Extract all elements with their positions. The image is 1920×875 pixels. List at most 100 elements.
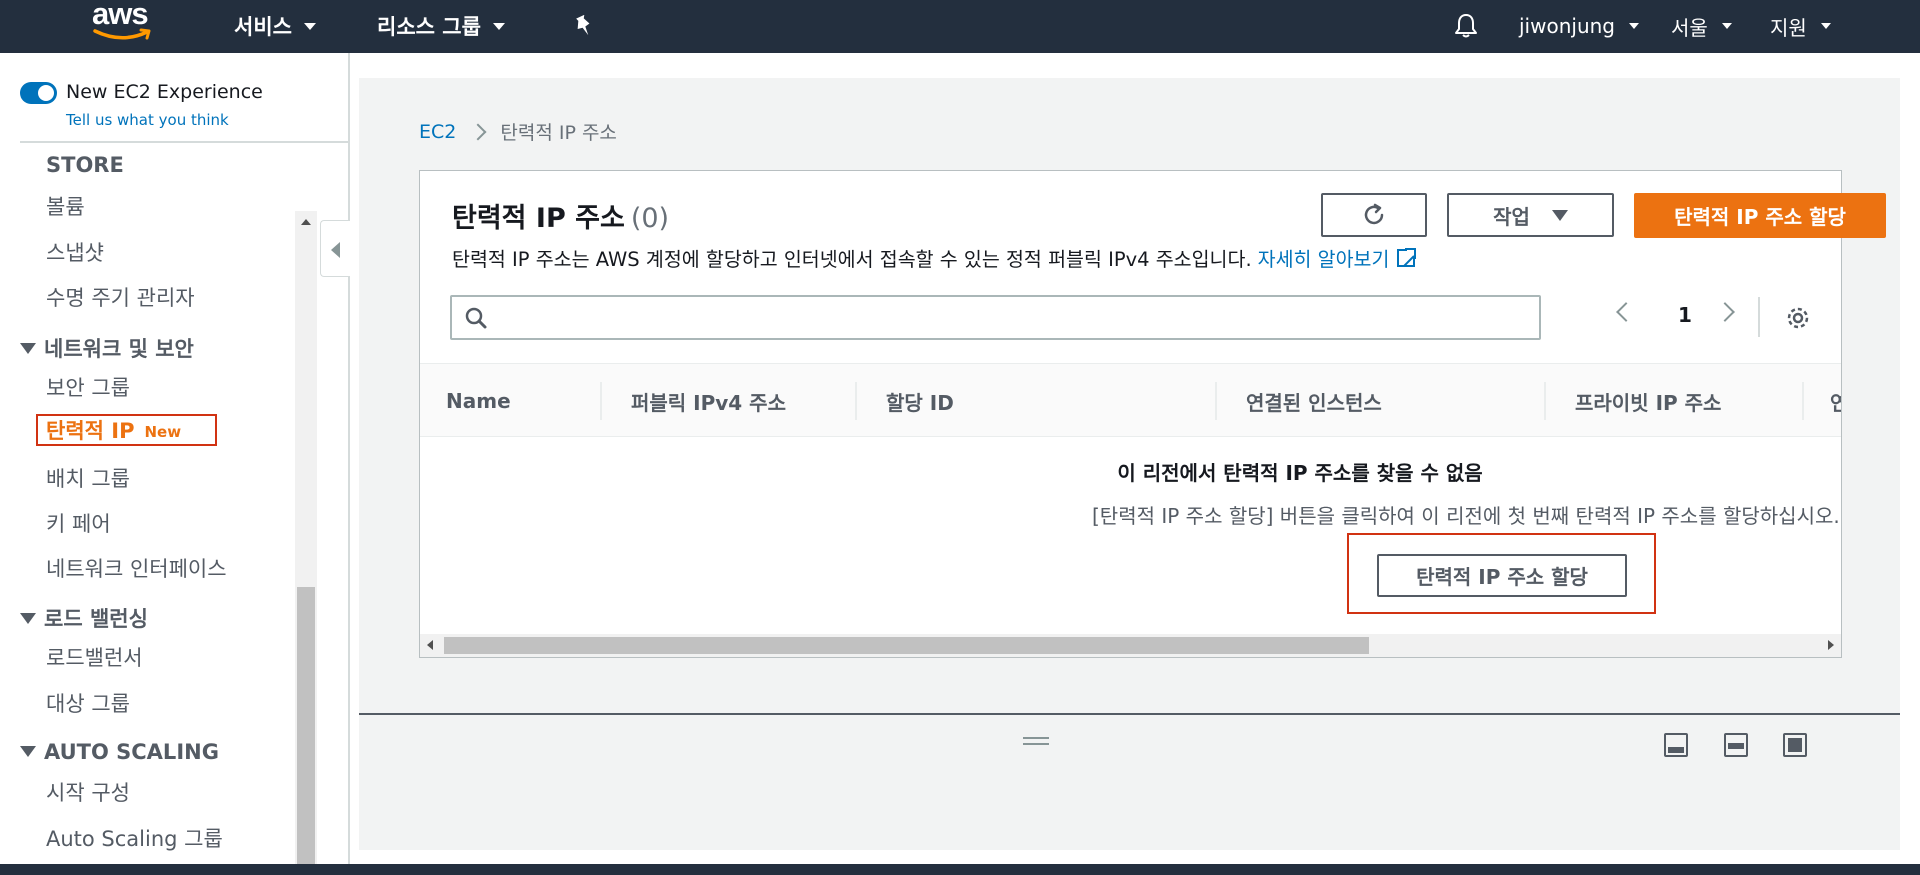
next-page-button[interactable]	[1715, 302, 1735, 322]
breadcrumb: EC2 탄력적 IP 주소	[419, 118, 617, 145]
column-divider[interactable]	[1802, 382, 1804, 420]
sidebar-item-lifecycle-manager[interactable]: 수명 주기 관리자	[46, 282, 195, 312]
column-header-associated-instance[interactable]: 연결된 인스턴스	[1246, 364, 1382, 436]
split-bottom-icon[interactable]	[1664, 733, 1688, 757]
column-divider[interactable]	[855, 382, 857, 420]
table-settings-button[interactable]	[1785, 305, 1811, 335]
sidebar-item-auto-scaling-groups[interactable]: Auto Scaling 그룹	[46, 823, 223, 853]
sidebar-item-snapshots[interactable]: 스냅샷	[46, 237, 104, 267]
divider	[1758, 297, 1760, 337]
sidebar-item-security-groups[interactable]: 보안 그룹	[46, 372, 130, 402]
column-divider[interactable]	[1544, 382, 1546, 420]
section-label: 로드 밸런싱	[44, 607, 148, 631]
new-experience-label: New EC2 Experience	[66, 81, 263, 103]
sidebar-scrollbar[interactable]	[295, 211, 317, 875]
table-horizontal-scrollbar[interactable]	[420, 634, 1841, 657]
scroll-left-arrow-icon[interactable]	[427, 640, 433, 650]
sidebar-item-label: 탄력적 IP	[46, 419, 135, 443]
breadcrumb-ec2-link[interactable]: EC2	[419, 121, 456, 143]
caret-down-icon	[20, 343, 36, 354]
allocate-elastic-ip-empty-button[interactable]: 탄력적 IP 주소 할당	[1377, 554, 1627, 597]
allocate-elastic-ip-button[interactable]: 탄력적 IP 주소 할당	[1634, 193, 1886, 238]
services-label: 서비스	[234, 15, 292, 39]
column-divider[interactable]	[1215, 382, 1217, 420]
empty-state-description: [탄력적 IP 주소 할당] 버튼을 클릭하여 이 리전에 첫 번째 탄력적 I…	[1092, 504, 1840, 528]
gear-icon	[1787, 307, 1809, 329]
scroll-right-arrow-icon[interactable]	[1828, 640, 1834, 650]
account-menu[interactable]: jiwonjung	[1519, 8, 1639, 44]
section-store: STORE	[46, 153, 124, 177]
sidebar-item-load-balancers[interactable]: 로드밸런서	[46, 642, 143, 672]
services-menu[interactable]: 서비스	[234, 8, 316, 44]
caret-down-icon	[1551, 209, 1568, 221]
table-header: Name 퍼블릭 IPv4 주소 할당 ID 연결된 인스턴스 프라이빗 IP …	[420, 363, 1841, 437]
refresh-icon	[1364, 203, 1384, 225]
column-divider[interactable]	[600, 382, 602, 420]
resource-groups-menu[interactable]: 리소스 그룹	[377, 8, 505, 44]
previous-page-button[interactable]	[1616, 302, 1636, 322]
breadcrumb-current: 탄력적 IP 주소	[500, 122, 617, 144]
aws-logo[interactable]: aws	[90, 0, 160, 46]
page-number[interactable]: 1	[1678, 303, 1692, 327]
support-menu[interactable]: 지원	[1770, 8, 1831, 44]
search-icon	[465, 307, 487, 329]
page-title: 탄력적 IP 주소 (0)	[452, 196, 669, 235]
bottom-bar	[0, 864, 1920, 875]
sidebar: New EC2 Experience Tell us what you thin…	[0, 53, 350, 875]
section-auto-scaling[interactable]: AUTO SCALING	[20, 740, 219, 764]
account-label: jiwonjung	[1519, 14, 1615, 38]
actions-dropdown[interactable]: 작업	[1447, 193, 1614, 237]
chevron-left-icon	[331, 242, 340, 258]
top-navigation: aws 서비스 리소스 그룹 jiwonjung 서울 지원	[0, 0, 1920, 53]
split-full-icon[interactable]	[1783, 733, 1807, 757]
column-header-public-ipv4[interactable]: 퍼블릭 IPv4 주소	[631, 364, 786, 436]
sidebar-item-target-groups[interactable]: 대상 그룹	[46, 688, 130, 718]
region-menu[interactable]: 서울	[1671, 8, 1732, 44]
main-content: EC2 탄력적 IP 주소 탄력적 IP 주소 (0) 탄력적 IP 주소는 AW…	[359, 78, 1900, 850]
highlight-annotation: 탄력적 IP 주소 할당	[1347, 533, 1656, 614]
actions-label: 작업	[1493, 204, 1530, 229]
sidebar-item-volumes[interactable]: 볼륨	[46, 191, 85, 221]
sidebar-item-elastic-ip[interactable]: 탄력적 IP New	[36, 414, 217, 446]
bell-icon	[1455, 14, 1477, 38]
column-header-name[interactable]: Name	[446, 364, 511, 436]
drag-handle-icon[interactable]	[1023, 737, 1049, 745]
divider	[20, 141, 350, 143]
sidebar-item-key-pairs[interactable]: 키 페어	[46, 508, 111, 538]
section-load-balancing[interactable]: 로드 밸런싱	[20, 603, 148, 633]
pin-button[interactable]	[574, 8, 594, 44]
column-header-private-ip[interactable]: 프라이빗 IP 주소	[1575, 364, 1721, 436]
aws-smile-icon	[93, 28, 151, 40]
new-experience-toggle[interactable]	[20, 82, 57, 104]
learn-more-link[interactable]: 자세히 알아보기	[1258, 243, 1390, 272]
collapse-sidebar-button[interactable]	[320, 220, 350, 277]
empty-state-title: 이 리전에서 탄력적 IP 주소를 찾을 수 없음	[1117, 461, 1483, 485]
caret-down-icon	[20, 613, 36, 624]
column-header-allocation-id[interactable]: 할당 ID	[886, 364, 954, 436]
column-header-truncated[interactable]: 연	[1830, 364, 1841, 436]
description-text: 탄력적 IP 주소는 AWS 계정에 할당하고 인터넷에서 접속할 수 있는 정…	[452, 248, 1252, 271]
support-label: 지원	[1770, 15, 1807, 40]
scrollbar-thumb[interactable]	[444, 637, 1369, 654]
external-link-icon[interactable]	[1397, 246, 1418, 267]
scroll-up-arrow-icon[interactable]	[301, 219, 311, 225]
refresh-button[interactable]	[1321, 193, 1427, 237]
chevron-down-icon	[1820, 23, 1831, 29]
chevron-down-icon	[303, 22, 316, 30]
split-side-icon[interactable]	[1724, 733, 1748, 757]
scrollbar-thumb[interactable]	[297, 587, 315, 875]
section-network-security[interactable]: 네트워크 및 보안	[20, 333, 194, 363]
resource-groups-label: 리소스 그룹	[377, 15, 481, 39]
sidebar-item-placement-groups[interactable]: 배치 그룹	[46, 463, 130, 493]
search-input[interactable]	[450, 295, 1541, 340]
sidebar-item-launch-configurations[interactable]: 시작 구성	[46, 777, 130, 807]
caret-down-icon	[20, 746, 36, 757]
notifications-button[interactable]	[1454, 8, 1478, 44]
sidebar-item-network-interfaces[interactable]: 네트워크 인터페이스	[46, 553, 227, 583]
new-badge: New	[144, 423, 182, 441]
chevron-down-icon	[1721, 23, 1732, 29]
section-label: AUTO SCALING	[44, 740, 219, 764]
chevron-down-icon	[492, 22, 505, 30]
elastic-ip-panel: 탄력적 IP 주소 (0) 탄력적 IP 주소는 AWS 계정에 할당하고 인터넷…	[419, 170, 1886, 658]
feedback-link[interactable]: Tell us what you think	[66, 111, 229, 129]
